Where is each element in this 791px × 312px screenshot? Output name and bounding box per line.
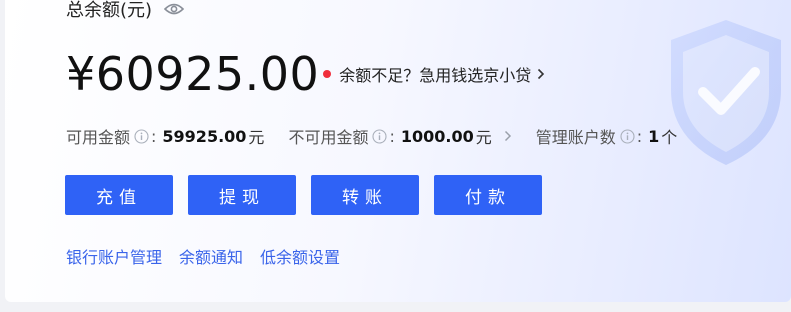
alert-dot bbox=[323, 70, 332, 78]
withdraw-button[interactable]: 提现 bbox=[188, 175, 296, 215]
eye-icon[interactable] bbox=[164, 2, 185, 16]
balance-card: 总余额(元) ¥60925.00 余额不足？急用钱选京小贷 可用金额 : 599… bbox=[5, 0, 791, 302]
stat-colon: : bbox=[389, 126, 395, 146]
stat-label: 管理账户数 bbox=[535, 128, 616, 147]
pay-button[interactable]: 付款 bbox=[434, 175, 542, 215]
balance-title-row: 总余额(元) bbox=[66, 0, 185, 22]
info-icon[interactable] bbox=[620, 128, 635, 144]
stat-value: 1 bbox=[648, 126, 660, 146]
stat-label: 可用金额 bbox=[66, 128, 131, 147]
chevron-right-icon[interactable] bbox=[504, 130, 512, 142]
info-icon[interactable] bbox=[372, 128, 388, 144]
loan-promo-text: 余额不足？急用钱选京小贷 bbox=[339, 66, 532, 85]
loan-promo-link[interactable]: 余额不足？急用钱选京小贷 bbox=[339, 62, 545, 86]
amount-row: ¥60925.00 余额不足？急用钱选京小贷 bbox=[66, 46, 545, 102]
balance-amount: ¥60925.00 bbox=[66, 47, 320, 101]
low-balance-settings-link[interactable]: 低余额设置 bbox=[260, 244, 340, 268]
quick-links: 银行账户管理 余额通知 低余额设置 bbox=[66, 244, 357, 268]
stat-colon: : bbox=[151, 126, 157, 146]
chevron-right-icon bbox=[537, 68, 545, 80]
stat-label: 不可用金额 bbox=[288, 128, 369, 147]
balance-notification-link[interactable]: 余额通知 bbox=[179, 244, 243, 268]
stat-unit: 元 bbox=[248, 128, 265, 147]
stat-unit: 元 bbox=[475, 128, 492, 147]
info-icon[interactable] bbox=[134, 128, 149, 144]
stat-accounts: 管理账户数 : 1 个 bbox=[536, 124, 678, 148]
bank-account-management-link[interactable]: 银行账户管理 bbox=[66, 244, 162, 268]
balance-title: 总余额(元) bbox=[66, 0, 153, 21]
stat-value: 59925.00 bbox=[162, 126, 247, 146]
stat-unavailable[interactable]: 不可用金额 : 1000.00 元 bbox=[288, 124, 535, 148]
recharge-button[interactable]: 充值 bbox=[65, 175, 173, 215]
balance-stats: 可用金额 : 59925.00 元 不可用金额 : 1000.00 元 管理账户… bbox=[66, 124, 677, 148]
stat-colon: : bbox=[636, 126, 643, 146]
transfer-button[interactable]: 转账 bbox=[311, 175, 419, 215]
stat-available: 可用金额 : 59925.00 元 bbox=[66, 124, 264, 148]
stat-value: 1000.00 bbox=[400, 126, 474, 146]
stat-unit: 个 bbox=[661, 128, 678, 147]
action-buttons: 充值 提现 转账 付款 bbox=[65, 175, 557, 215]
